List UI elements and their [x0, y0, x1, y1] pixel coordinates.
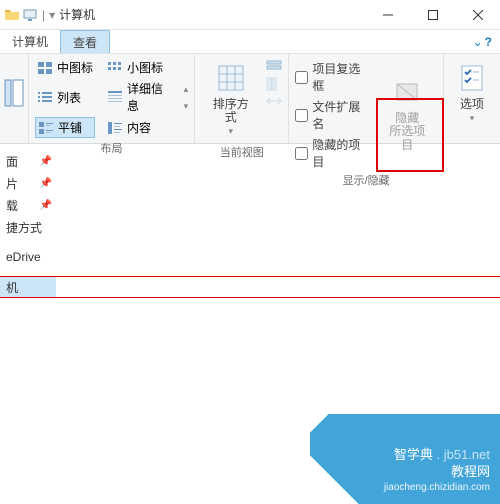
chevron-down-icon: ▾ [470, 113, 475, 123]
ribbon: 中图标 小图标 列表 详细信息 平铺 [0, 54, 500, 144]
sort-label: 排序方式 [213, 97, 249, 124]
pin-icon: 📌 [40, 178, 52, 189]
add-columns-button[interactable] [266, 77, 282, 91]
layout-list[interactable]: 列表 [35, 79, 95, 115]
wm-text1: 智学典 [394, 447, 433, 462]
sidebar-item-label: 片 [6, 175, 18, 192]
titlebar: | ▾ 计算机 [0, 0, 500, 30]
sidebar-item-label: eDrive [6, 250, 41, 264]
layout-label: 中图标 [57, 59, 93, 76]
pin-icon: 📌 [40, 156, 52, 167]
sidebar-item-label: 面 [6, 153, 18, 170]
window-title: 计算机 [59, 6, 95, 23]
sidebar-item-label: 机 [6, 279, 18, 296]
layout-details[interactable]: 详细信息 [105, 79, 176, 115]
wm-alt: jb51.net [444, 447, 490, 462]
sort-icon [215, 62, 247, 94]
group-panes [0, 54, 29, 143]
check-file-ext[interactable]: 文件扩展名 [295, 98, 371, 132]
tab-view[interactable]: 查看 [60, 30, 110, 53]
group-options: 选项 ▾ [444, 54, 500, 143]
wm-text2: 教程网 [384, 464, 490, 481]
group-label [12, 129, 15, 141]
panes-icon [4, 79, 24, 107]
separator: | [40, 8, 47, 22]
tiles-icon [38, 121, 54, 135]
chevron-down-icon: ⌄ [473, 35, 483, 49]
group-layout: 中图标 小图标 列表 详细信息 平铺 [29, 54, 195, 143]
content-area: 面📌 片📌 载📌 捷方式 eDrive 机 [0, 144, 500, 328]
sidebar-item-onedrive[interactable]: eDrive [0, 246, 56, 268]
folder-icon [4, 7, 20, 23]
check-item-checkboxes[interactable]: 项目复选框 [295, 60, 371, 94]
hide-selected-icon [391, 76, 423, 108]
layout-content[interactable]: 内容 [105, 117, 176, 138]
sidebar-item-network[interactable] [0, 306, 56, 328]
check-label: 项目复选框 [312, 60, 371, 94]
sidebar-item-label: 载 [6, 197, 18, 214]
layout-medium-icons[interactable]: 中图标 [35, 58, 95, 77]
sidebar-item[interactable]: 载📌 [0, 194, 56, 216]
content-icon [107, 121, 123, 135]
sidebar-item-computer[interactable]: 机 [0, 276, 56, 298]
chevron-down-icon: ▾ [228, 126, 233, 136]
layout-small-icons[interactable]: 小图标 [105, 58, 176, 77]
details-icon [107, 90, 123, 104]
qat-dropdown-icon[interactable]: ▾ [49, 8, 55, 22]
sidebar-item[interactable]: 捷方式 [0, 216, 56, 238]
group-by-button[interactable] [266, 60, 282, 74]
small-icons-icon [107, 61, 123, 75]
checkbox[interactable] [295, 71, 308, 84]
close-button[interactable] [455, 0, 500, 30]
layout-expand[interactable]: ▴ ▾ [182, 84, 189, 112]
sidebar-item[interactable]: 片📌 [0, 172, 56, 194]
quick-access-toolbar: | ▾ [4, 7, 55, 23]
sort-button[interactable]: 排序方式 ▾ [201, 58, 260, 142]
sidebar-item[interactable]: 面📌 [0, 150, 56, 172]
hide-label1: 隐藏 [395, 111, 419, 125]
layout-label: 小图标 [127, 59, 163, 76]
medium-icons-icon [37, 61, 53, 75]
group-label [470, 130, 473, 142]
annotation-line [0, 297, 500, 298]
chevron-down-icon: ▾ [184, 101, 189, 112]
monitor-icon [22, 7, 38, 23]
size-columns-button[interactable] [266, 94, 282, 108]
help-icon: ? [485, 35, 492, 49]
sidebar: 面📌 片📌 载📌 捷方式 eDrive 机 [0, 144, 56, 328]
options-button[interactable]: 选项 ▾ [450, 58, 494, 128]
layout-tiles[interactable]: 平铺 [35, 117, 95, 138]
pin-icon: 📌 [40, 200, 52, 211]
tab-computer[interactable]: 计算机 [0, 30, 60, 53]
group-current-view: 排序方式▾ 当前视图 [195, 54, 289, 143]
maximize-button[interactable] [410, 0, 455, 30]
list-icon [37, 90, 53, 104]
ribbon-tabs: 计算机 查看 ⌄ ? [0, 30, 500, 54]
chevron-up-icon: ▴ [184, 84, 189, 95]
layout-label: 内容 [127, 119, 151, 136]
group-show-hide: 项目复选框 文件扩展名 隐藏的项目 隐藏所选项目 显示/隐藏 [289, 54, 444, 143]
options-icon [456, 62, 488, 94]
layout-label: 详细信息 [127, 80, 174, 114]
panes-button[interactable] [2, 58, 26, 127]
sidebar-item-label: 捷方式 [6, 219, 42, 236]
watermark: 智学典 . jb51.net 教程网 jiaocheng.chizidian.c… [310, 414, 500, 504]
annotation-line [0, 276, 500, 277]
check-label: 文件扩展名 [312, 98, 371, 132]
layout-label: 列表 [57, 89, 81, 106]
help-dropdown[interactable]: ⌄ ? [473, 30, 500, 53]
options-label: 选项 [460, 97, 484, 111]
wm-domain: jiaocheng.chizidian.com [384, 481, 490, 494]
checkbox[interactable] [295, 109, 308, 122]
minimize-button[interactable] [365, 0, 410, 30]
layout-label: 平铺 [58, 119, 82, 136]
